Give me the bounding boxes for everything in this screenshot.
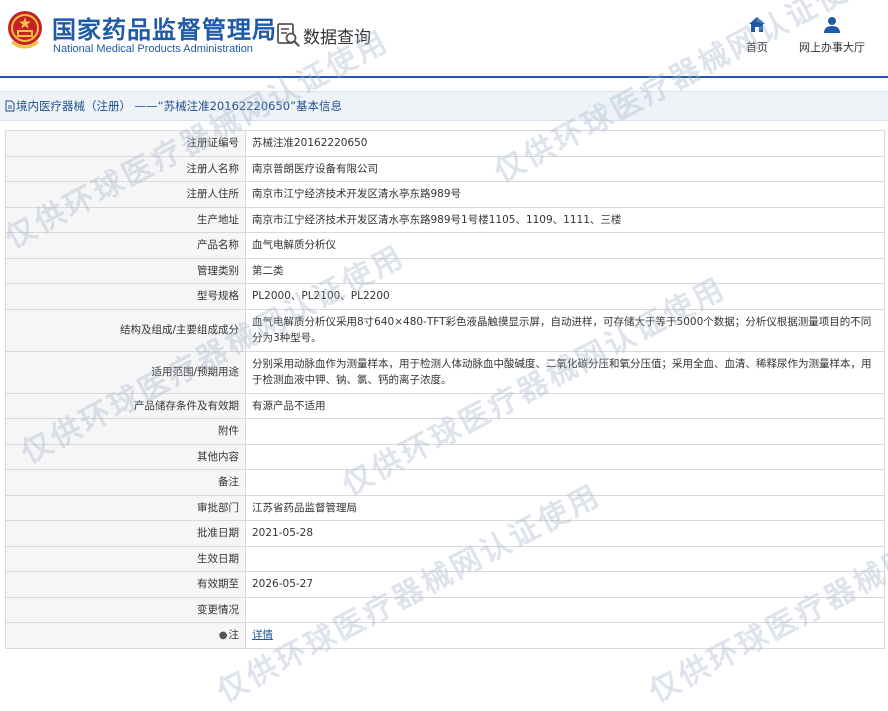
row-value: 南京市江宁经济技术开发区清水亭东路989号1号楼1105、1109、1111、三… xyxy=(245,206,885,233)
row-label: 注册人住所 xyxy=(5,181,246,208)
table-row: 注册人住所 南京市江宁经济技术开发区清水亭东路989号 xyxy=(5,181,885,208)
row-value: 南京普朗医疗设备有限公司 xyxy=(245,155,885,182)
row-value: 苏械注准20162220650 xyxy=(245,130,885,157)
table-row: 产品储存条件及有效期 有源产品不适用 xyxy=(5,392,885,419)
row-label: 注 xyxy=(228,628,240,641)
row-label: 变更情况 xyxy=(5,596,246,623)
table-row: 批准日期 2021-05-28 xyxy=(5,520,885,547)
row-value: 2026-05-27 xyxy=(245,571,885,598)
table-row: 其他内容 xyxy=(5,443,885,470)
row-label: 结构及组成/主要组成成分 xyxy=(5,308,246,352)
nav-online-office[interactable]: 网上办事大厅 xyxy=(796,16,868,55)
row-label: 生效日期 xyxy=(5,545,246,572)
table-row: 生效日期 xyxy=(5,545,885,572)
logo-title-en: National Medical Products Administration xyxy=(53,43,253,55)
breadcrumb-current: “苏械注准20162220650”基本信息 xyxy=(157,99,343,113)
nav-home[interactable]: 首页 xyxy=(740,16,774,55)
nav-online-office-label: 网上办事大厅 xyxy=(799,41,865,54)
table-row: 审批部门 江苏省药品监督管理局 xyxy=(5,494,885,521)
table-row: 管理类别 第二类 xyxy=(5,257,885,284)
row-value: 第二类 xyxy=(245,257,885,284)
data-query-icon xyxy=(277,23,300,47)
home-icon xyxy=(749,17,765,32)
document-icon xyxy=(5,100,15,111)
registration-info-table: 注册证编号 苏械注准20162220650 注册人名称 南京普朗医疗设备有限公司… xyxy=(5,130,885,649)
table-row: 产品名称 血气电解质分析仪 xyxy=(5,232,885,259)
table-row: 附件 xyxy=(5,418,885,445)
row-value xyxy=(245,418,885,445)
row-value: 分别采用动脉血作为测量样本，用于检测人体动脉血中酸碱度、二氧化碳分压和氧分压值；… xyxy=(245,350,885,394)
table-row: 注册证编号 苏械注准20162220650 xyxy=(5,130,885,157)
row-label: 附件 xyxy=(5,418,246,445)
row-value: 2021-05-28 xyxy=(245,520,885,547)
row-value: PL2000、PL2100、PL2200 xyxy=(245,283,885,310)
note-label-cell: ●注 xyxy=(5,622,246,649)
data-query-label: 数据查询 xyxy=(303,28,371,48)
site-header: 国家药品监督管理局 National Medical Products Admi… xyxy=(0,0,888,76)
table-row: 结构及组成/主要组成成分 血气电解质分析仪采用8寸640×480-TFT彩色液晶… xyxy=(5,308,885,352)
row-value xyxy=(245,469,885,496)
row-label: 产品名称 xyxy=(5,232,246,259)
breadcrumb-section-link[interactable]: 境内医疗器械（注册） xyxy=(16,99,131,113)
table-row: ●注 详情 xyxy=(5,622,885,649)
row-label: 管理类别 xyxy=(5,257,246,284)
row-value: 有源产品不适用 xyxy=(245,392,885,419)
row-label: 适用范围/预期用途 xyxy=(5,350,246,394)
row-value xyxy=(245,545,885,572)
table-row: 适用范围/预期用途 分别采用动脉血作为测量样本，用于检测人体动脉血中酸碱度、二氧… xyxy=(5,350,885,394)
logo-title-cn: 国家药品监督管理局 xyxy=(52,15,277,44)
user-icon xyxy=(824,17,840,33)
national-emblem-icon xyxy=(8,11,42,49)
row-label: 批准日期 xyxy=(5,520,246,547)
table-row: 有效期至 2026-05-27 xyxy=(5,571,885,598)
row-value xyxy=(245,596,885,623)
row-label: 其他内容 xyxy=(5,443,246,470)
row-value: 血气电解质分析仪采用8寸640×480-TFT彩色液晶触摸显示屏，自动进样，可存… xyxy=(245,308,885,352)
row-label: 产品储存条件及有效期 xyxy=(5,392,246,419)
table-row: 注册人名称 南京普朗医疗设备有限公司 xyxy=(5,155,885,182)
table-row: 型号规格 PL2000、PL2100、PL2200 xyxy=(5,283,885,310)
row-value: 血气电解质分析仪 xyxy=(245,232,885,259)
pin-icon: ● xyxy=(218,629,228,641)
breadcrumb: 境内医疗器械（注册） ——“苏械注准20162220650”基本信息 xyxy=(0,91,888,121)
row-label: 备注 xyxy=(5,469,246,496)
table-row: 生产地址 南京市江宁经济技术开发区清水亭东路989号1号楼1105、1109、1… xyxy=(5,206,885,233)
row-label: 型号规格 xyxy=(5,283,246,310)
details-link[interactable]: 详情 xyxy=(252,629,273,641)
table-row: 备注 xyxy=(5,469,885,496)
row-value: 南京市江宁经济技术开发区清水亭东路989号 xyxy=(245,181,885,208)
breadcrumb-separator: —— xyxy=(134,99,158,113)
table-row: 变更情况 xyxy=(5,596,885,623)
row-label: 生产地址 xyxy=(5,206,246,233)
note-value-cell: 详情 xyxy=(245,622,885,649)
header-divider xyxy=(0,76,888,78)
row-label: 审批部门 xyxy=(5,494,246,521)
row-value: 江苏省药品监督管理局 xyxy=(245,494,885,521)
nav-home-label: 首页 xyxy=(746,41,768,54)
row-value xyxy=(245,443,885,470)
row-label: 注册证编号 xyxy=(5,130,246,157)
row-label: 注册人名称 xyxy=(5,155,246,182)
row-label: 有效期至 xyxy=(5,571,246,598)
